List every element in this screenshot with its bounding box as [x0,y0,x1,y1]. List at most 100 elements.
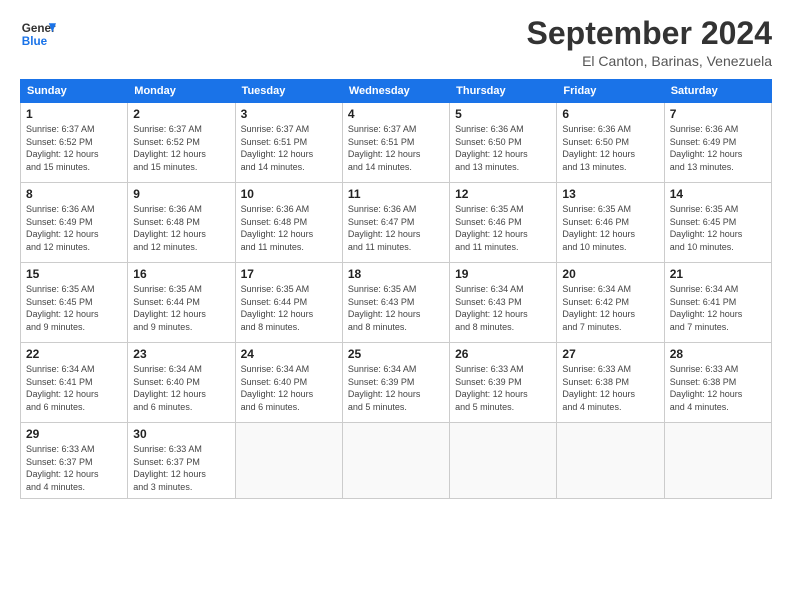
col-header-friday: Friday [557,80,664,103]
day-info: Sunrise: 6:34 AM Sunset: 6:39 PM Dayligh… [348,363,444,413]
day-info: Sunrise: 6:34 AM Sunset: 6:40 PM Dayligh… [241,363,337,413]
day-number: 11 [348,187,444,201]
day-info: Sunrise: 6:34 AM Sunset: 6:41 PM Dayligh… [670,283,766,333]
day-number: 3 [241,107,337,121]
calendar-cell: 6Sunrise: 6:36 AM Sunset: 6:50 PM Daylig… [557,103,664,183]
calendar-cell: 30 Sunrise: 6:33 AM Sunset: 6:37 PM Dayli… [128,423,235,498]
day-info: Sunrise: 6:36 AM Sunset: 6:47 PM Dayligh… [348,203,444,253]
day-number: 13 [562,187,658,201]
svg-text:Blue: Blue [22,35,48,48]
day-info: Sunrise: 6:35 AM Sunset: 6:44 PM Dayligh… [133,283,229,333]
day-number: 12 [455,187,551,201]
day-number: 2 [133,107,229,121]
day-info: Sunrise: 6:36 AM Sunset: 6:49 PM Dayligh… [670,123,766,173]
day-info: Sunrise: 6:33 AM Sunset: 6:38 PM Dayligh… [670,363,766,413]
day-number: 28 [670,347,766,361]
month-title: September 2024 [527,16,772,51]
col-header-tuesday: Tuesday [235,80,342,103]
calendar-cell: 2 Sunrise: 6:37 AM Sunset: 6:52 PM Daylig… [128,103,235,183]
calendar-cell [450,423,557,498]
day-info: Sunrise: 6:37 AM Sunset: 6:51 PM Dayligh… [348,123,444,173]
calendar-cell: 4 Sunrise: 6:37 AM Sunset: 6:51 PM Daylig… [342,103,449,183]
day-number: 27 [562,347,658,361]
day-info: Sunrise: 6:34 AM Sunset: 6:42 PM Dayligh… [562,283,658,333]
calendar-cell: 3 Sunrise: 6:37 AM Sunset: 6:51 PM Daylig… [235,103,342,183]
day-number: 4 [348,107,444,121]
calendar-cell: 27Sunrise: 6:33 AM Sunset: 6:38 PM Dayli… [557,343,664,423]
day-info: Sunrise: 6:36 AM Sunset: 6:49 PM Dayligh… [26,203,122,253]
day-number: 14 [670,187,766,201]
day-number: 5 [455,107,551,121]
calendar-cell: 1 Sunrise: 6:37 AM Sunset: 6:52 PM Daylig… [21,103,128,183]
calendar-cell: 22 Sunrise: 6:34 AM Sunset: 6:41 PM Dayli… [21,343,128,423]
day-number: 9 [133,187,229,201]
calendar-cell: 15 Sunrise: 6:35 AM Sunset: 6:45 PM Dayli… [21,263,128,343]
day-info: Sunrise: 6:33 AM Sunset: 6:37 PM Dayligh… [133,443,229,493]
calendar-cell: 8Sunrise: 6:36 AM Sunset: 6:49 PM Daylig… [21,183,128,263]
calendar-cell: 21 Sunrise: 6:34 AM Sunset: 6:41 PM Dayli… [664,263,771,343]
calendar-cell: 7 Sunrise: 6:36 AM Sunset: 6:49 PM Daylig… [664,103,771,183]
location-subtitle: El Canton, Barinas, Venezuela [527,53,772,69]
day-number: 10 [241,187,337,201]
col-header-sunday: Sunday [21,80,128,103]
calendar-cell: 28 Sunrise: 6:33 AM Sunset: 6:38 PM Dayli… [664,343,771,423]
calendar-cell: 25 Sunrise: 6:34 AM Sunset: 6:39 PM Dayli… [342,343,449,423]
day-info: Sunrise: 6:36 AM Sunset: 6:50 PM Dayligh… [455,123,551,173]
day-info: Sunrise: 6:35 AM Sunset: 6:46 PM Dayligh… [562,203,658,253]
calendar-cell: 19 Sunrise: 6:34 AM Sunset: 6:43 PM Dayli… [450,263,557,343]
day-number: 17 [241,267,337,281]
day-number: 30 [133,427,229,441]
calendar-cell: 16Sunrise: 6:35 AM Sunset: 6:44 PM Dayli… [128,263,235,343]
day-number: 15 [26,267,122,281]
calendar-cell: 5 Sunrise: 6:36 AM Sunset: 6:50 PM Daylig… [450,103,557,183]
day-number: 7 [670,107,766,121]
day-info: Sunrise: 6:37 AM Sunset: 6:51 PM Dayligh… [241,123,337,173]
calendar-cell [342,423,449,498]
day-info: Sunrise: 6:37 AM Sunset: 6:52 PM Dayligh… [26,123,122,173]
day-number: 1 [26,107,122,121]
day-number: 22 [26,347,122,361]
calendar-cell: 14 Sunrise: 6:35 AM Sunset: 6:45 PM Dayli… [664,183,771,263]
day-number: 26 [455,347,551,361]
day-number: 23 [133,347,229,361]
calendar-table: SundayMondayTuesdayWednesdayThursdayFrid… [20,79,772,498]
day-number: 25 [348,347,444,361]
calendar-cell [664,423,771,498]
col-header-saturday: Saturday [664,80,771,103]
day-info: Sunrise: 6:35 AM Sunset: 6:45 PM Dayligh… [26,283,122,333]
calendar-cell: 29 Sunrise: 6:33 AM Sunset: 6:37 PM Dayli… [21,423,128,498]
day-number: 24 [241,347,337,361]
calendar-cell: 9 Sunrise: 6:36 AM Sunset: 6:48 PM Daylig… [128,183,235,263]
calendar-cell: 10Sunrise: 6:36 AM Sunset: 6:48 PM Dayli… [235,183,342,263]
logo: General Blue [20,16,56,52]
logo-icon: General Blue [20,16,56,52]
calendar-cell: 13 Sunrise: 6:35 AM Sunset: 6:46 PM Dayli… [557,183,664,263]
title-area: September 2024 El Canton, Barinas, Venez… [527,16,772,69]
col-header-wednesday: Wednesday [342,80,449,103]
day-info: Sunrise: 6:35 AM Sunset: 6:43 PM Dayligh… [348,283,444,333]
day-number: 29 [26,427,122,441]
calendar-cell: 12 Sunrise: 6:35 AM Sunset: 6:46 PM Dayli… [450,183,557,263]
calendar-cell: 18 Sunrise: 6:35 AM Sunset: 6:43 PM Dayli… [342,263,449,343]
day-number: 20 [562,267,658,281]
day-number: 18 [348,267,444,281]
day-number: 21 [670,267,766,281]
calendar-cell [235,423,342,498]
calendar-cell: 20 Sunrise: 6:34 AM Sunset: 6:42 PM Dayli… [557,263,664,343]
day-info: Sunrise: 6:34 AM Sunset: 6:41 PM Dayligh… [26,363,122,413]
day-info: Sunrise: 6:35 AM Sunset: 6:45 PM Dayligh… [670,203,766,253]
calendar-cell: 17 Sunrise: 6:35 AM Sunset: 6:44 PM Dayli… [235,263,342,343]
day-number: 19 [455,267,551,281]
calendar-cell [557,423,664,498]
col-header-monday: Monday [128,80,235,103]
day-info: Sunrise: 6:34 AM Sunset: 6:43 PM Dayligh… [455,283,551,333]
day-info: Sunrise: 6:35 AM Sunset: 6:46 PM Dayligh… [455,203,551,253]
day-info: Sunrise: 6:34 AM Sunset: 6:40 PM Dayligh… [133,363,229,413]
day-info: Sunrise: 6:33 AM Sunset: 6:37 PM Dayligh… [26,443,122,493]
col-header-thursday: Thursday [450,80,557,103]
day-info: Sunrise: 6:35 AM Sunset: 6:44 PM Dayligh… [241,283,337,333]
day-info: Sunrise: 6:37 AM Sunset: 6:52 PM Dayligh… [133,123,229,173]
calendar-cell: 24 Sunrise: 6:34 AM Sunset: 6:40 PM Dayli… [235,343,342,423]
day-info: Sunrise: 6:36 AM Sunset: 6:48 PM Dayligh… [133,203,229,253]
day-info: Sunrise: 6:33 AM Sunset: 6:39 PM Dayligh… [455,363,551,413]
